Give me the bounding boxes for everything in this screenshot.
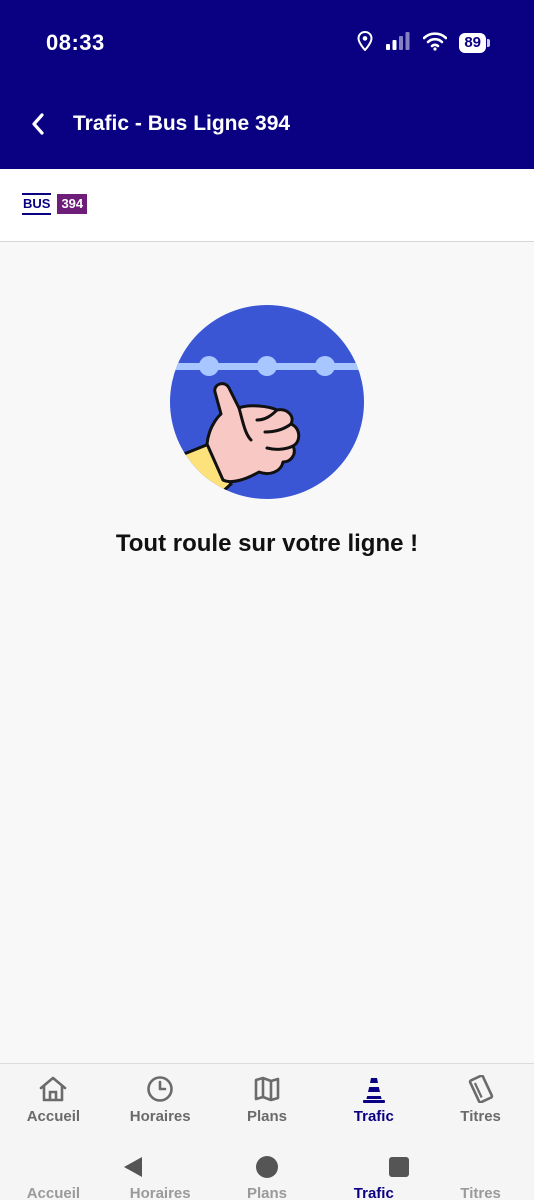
system-back-button[interactable] (120, 1156, 146, 1182)
square-recents-icon (387, 1155, 411, 1184)
system-recents-button[interactable] (386, 1156, 412, 1182)
signal-icon (385, 31, 411, 56)
nav-item-accueil[interactable]: Accueil (0, 1074, 107, 1140)
bottom-navigation: Accueil Horaires Plans Trafic Titres Acc… (0, 1063, 534, 1200)
battery-tip (487, 39, 490, 47)
status-time: 08:33 (46, 30, 105, 55)
map-icon (252, 1074, 282, 1104)
nav-label-plans: Plans (246, 1108, 287, 1125)
status-icons: 89 (357, 30, 490, 56)
line-number: 394 (57, 194, 88, 214)
location-icon (357, 30, 373, 56)
home-icon (38, 1074, 68, 1104)
page-title: Trafic - Bus Ligne 394 (73, 112, 291, 135)
clock-icon (145, 1074, 175, 1104)
nav-label-titres: Titres (460, 1108, 501, 1125)
transport-mode-label: BUS (22, 193, 52, 215)
thumbs-up-illustration (169, 304, 365, 500)
battery-indicator: 89 (459, 33, 490, 53)
system-navigation-bar (0, 1146, 534, 1200)
nav-item-titres[interactable]: Titres (427, 1074, 534, 1140)
traffic-cone-icon (359, 1074, 389, 1104)
status-bar: 08:33 89 (0, 0, 534, 88)
circle-home-icon (255, 1155, 279, 1184)
wifi-icon (423, 31, 448, 56)
ticket-icon (466, 1074, 496, 1104)
battery-level: 89 (459, 33, 486, 53)
nav-item-trafic[interactable]: Trafic (320, 1074, 427, 1140)
nav-items: Accueil Horaires Plans Trafic Titres (0, 1074, 534, 1140)
nav-item-horaires[interactable]: Horaires (107, 1074, 214, 1140)
app-bar: Trafic - Bus Ligne 394 (0, 96, 534, 156)
nav-label-accueil: Accueil (26, 1108, 81, 1125)
chevron-left-icon (31, 112, 45, 140)
main-content: Tout roule sur votre ligne ! (0, 243, 534, 1063)
nav-label-trafic: Trafic (353, 1108, 394, 1125)
status-message: Tout roule sur votre ligne ! (115, 530, 419, 557)
line-badge: BUS 394 (22, 193, 88, 215)
back-button[interactable] (20, 108, 56, 144)
nav-item-plans[interactable]: Plans (214, 1074, 321, 1140)
line-bar: BUS 394 (0, 169, 534, 242)
header: 08:33 89 Trafic - Bus Ligne 394 (0, 0, 534, 169)
nav-label-horaires: Horaires (129, 1108, 191, 1125)
system-home-button[interactable] (254, 1155, 280, 1184)
triangle-back-icon (121, 1155, 145, 1184)
